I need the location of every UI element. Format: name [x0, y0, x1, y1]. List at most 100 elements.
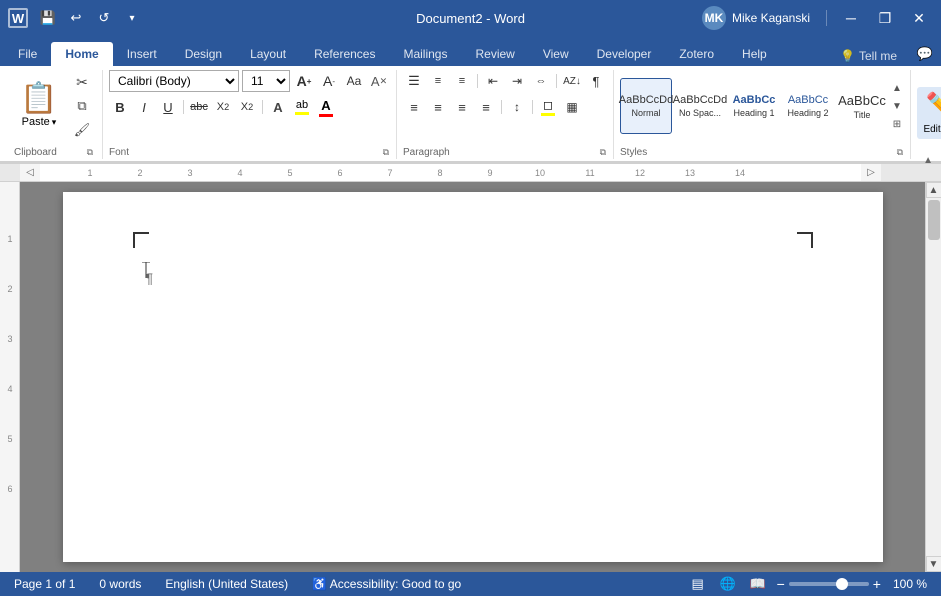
tab-design[interactable]: Design — [171, 42, 236, 66]
decrease-indent-button[interactable]: ⇤ — [482, 70, 504, 92]
tab-insert[interactable]: Insert — [113, 42, 171, 66]
style-heading1[interactable]: AaBbCc Heading 1 — [728, 78, 780, 134]
superscript-button[interactable]: X2 — [236, 96, 258, 118]
styles-expand-button[interactable]: ⊞ — [890, 115, 904, 133]
zoom-percent[interactable]: 100 % — [889, 575, 931, 593]
strikethrough-button[interactable]: abc — [188, 96, 210, 118]
subscript-button[interactable]: X2 — [212, 96, 234, 118]
align-left-button[interactable]: ≡ — [403, 96, 425, 118]
scroll-up-button[interactable]: ▲ — [926, 182, 941, 198]
font-label: Font — [109, 147, 129, 158]
styles-scroll-up-button[interactable]: ▲ — [890, 79, 904, 97]
shrink-font-button[interactable]: A- — [318, 70, 340, 92]
borders-button[interactable]: ▦ — [561, 96, 583, 118]
styles-expand-icon[interactable]: ⧉ — [896, 146, 904, 159]
tab-review[interactable]: Review — [461, 42, 528, 66]
redo-button[interactable]: ↺ — [92, 6, 116, 30]
status-page[interactable]: Page 1 of 1 — [10, 575, 79, 593]
tab-file[interactable]: File — [4, 42, 51, 66]
status-language[interactable]: English (United States) — [161, 575, 292, 593]
undo-button[interactable]: ↩ — [64, 6, 88, 30]
bullets-button[interactable]: ☰ — [403, 70, 425, 92]
tab-help[interactable]: Help — [728, 42, 781, 66]
align-right-button[interactable]: ≡ — [451, 96, 473, 118]
scroll-thumb[interactable] — [928, 200, 940, 240]
tab-developer[interactable]: Developer — [583, 42, 666, 66]
multilevel-list-button[interactable]: ≡ — [451, 70, 473, 92]
zoom-track[interactable] — [789, 582, 869, 586]
tab-mailings[interactable]: Mailings — [389, 42, 461, 66]
mirror-indents-button[interactable]: ⇔ — [530, 70, 552, 92]
document-page[interactable]: ¶ — [63, 192, 883, 562]
show-marks-button[interactable]: ¶ — [585, 70, 607, 92]
style-heading2[interactable]: AaBbCc Heading 2 — [782, 78, 834, 134]
style-no-spacing[interactable]: AaBbCcDd No Spac... — [674, 78, 726, 134]
tab-layout[interactable]: Layout — [236, 42, 300, 66]
justify-button[interactable]: ≡ — [475, 96, 497, 118]
tab-zotero[interactable]: Zotero — [665, 42, 728, 66]
read-mode-button[interactable]: 📖 — [747, 573, 769, 595]
format-painter-button[interactable]: 🖌 — [70, 118, 94, 142]
zoom-thumb[interactable] — [836, 578, 848, 590]
font-family-select[interactable]: Calibri (Body) — [109, 70, 239, 92]
style-normal[interactable]: AaBbCcDd Normal — [620, 78, 672, 134]
font-color-button[interactable]: A — [315, 96, 337, 118]
user-area[interactable]: MK Mike Kaganski — [696, 3, 816, 33]
sort-button[interactable]: AZ↓ — [561, 70, 583, 92]
zoom-slider[interactable]: − + — [777, 576, 881, 592]
editing-button[interactable]: ✏️ Editing ▾ — [917, 87, 941, 139]
cut-button[interactable]: ✂ — [70, 70, 94, 94]
style-title[interactable]: AaBbCc Title — [836, 78, 888, 134]
clipboard-expand-icon[interactable]: ⧉ — [86, 146, 94, 159]
font-size-select[interactable]: 11 — [242, 70, 290, 92]
ribbon-content: 📋 Paste ▾ ✂ ⧉ 🖌 Clipboard ⧉ — [0, 66, 941, 159]
tell-me-input[interactable]: 💡 Tell me — [832, 46, 905, 66]
align-center-button[interactable]: ≡ — [427, 96, 449, 118]
zoom-out-icon[interactable]: − — [777, 576, 785, 592]
increase-indent-button[interactable]: ⇥ — [506, 70, 528, 92]
svg-text:5: 5 — [287, 168, 292, 178]
horizontal-ruler: ◁ 1 2 3 4 5 6 7 8 9 10 11 12 13 14 — [0, 164, 941, 182]
title-bar-right: MK Mike Kaganski ─ ❐ ✕ — [696, 3, 933, 33]
comments-button[interactable]: 💬 — [913, 42, 937, 66]
underline-button[interactable]: U — [157, 96, 179, 118]
tab-home[interactable]: Home — [51, 42, 112, 66]
clear-formatting-button[interactable]: A✕ — [368, 70, 390, 92]
scroll-track[interactable] — [926, 198, 941, 556]
line-spacing-button[interactable]: ↕ — [506, 96, 528, 118]
close-button[interactable]: ✕ — [905, 4, 933, 32]
shading-button[interactable]: ◻ — [537, 96, 559, 118]
restore-button[interactable]: ❐ — [871, 4, 899, 32]
web-layout-button[interactable]: 🌐 — [717, 573, 739, 595]
copy-button[interactable]: ⧉ — [70, 94, 94, 118]
styles-gallery: AaBbCcDd Normal AaBbCcDd No Spac... AaBb… — [620, 76, 888, 136]
styles-scroll-down-button[interactable]: ▼ — [890, 97, 904, 115]
paste-label: Paste — [22, 116, 50, 128]
paste-button[interactable]: 📋 Paste ▾ — [14, 70, 64, 142]
vertical-ruler: 1 2 3 4 5 6 — [0, 182, 20, 572]
status-accessibility[interactable]: ♿ Accessibility: Good to go — [308, 575, 465, 593]
status-words[interactable]: 0 words — [95, 575, 145, 593]
clipboard-label: Clipboard — [14, 147, 57, 158]
paragraph-expand-icon[interactable]: ⧉ — [599, 146, 607, 159]
paste-dropdown-icon: ▾ — [52, 117, 57, 128]
bold-button[interactable]: B — [109, 96, 131, 118]
tab-references[interactable]: References — [300, 42, 389, 66]
font-expand-icon[interactable]: ⧉ — [382, 146, 390, 159]
tab-view[interactable]: View — [529, 42, 583, 66]
scroll-down-button[interactable]: ▼ — [926, 556, 941, 572]
status-bar-left: Page 1 of 1 0 words English (United Stat… — [10, 575, 465, 593]
minimize-button[interactable]: ─ — [837, 4, 865, 32]
text-highlight-button[interactable]: ab — [291, 96, 313, 118]
ruler-content: 1 2 3 4 5 6 7 8 9 10 11 12 13 14 — [40, 164, 861, 181]
grow-font-button[interactable]: A+ — [293, 70, 315, 92]
document-area[interactable]: ¶ — [20, 182, 925, 572]
text-effects-button[interactable]: A — [267, 96, 289, 118]
italic-button[interactable]: I — [133, 96, 155, 118]
customize-quick-access-button[interactable]: ▾ — [120, 6, 144, 30]
zoom-in-icon[interactable]: + — [873, 576, 881, 592]
print-layout-button[interactable]: ▤ — [687, 573, 709, 595]
change-case-button[interactable]: Aa — [343, 70, 365, 92]
numbering-button[interactable]: ≡ — [427, 70, 449, 92]
save-button[interactable]: 💾 — [36, 6, 60, 30]
